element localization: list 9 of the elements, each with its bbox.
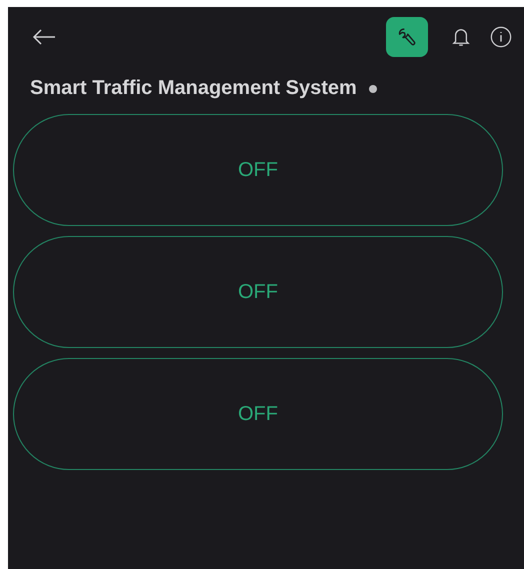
wrench-button[interactable] (386, 17, 428, 57)
switch-button[interactable]: OFF (13, 358, 503, 470)
switch-button[interactable]: OFF (13, 236, 503, 348)
switch-button[interactable]: OFF (13, 114, 503, 226)
bell-icon[interactable] (452, 27, 470, 47)
device-title: Smart Traffic Management System (30, 77, 357, 100)
info-icon[interactable] (490, 26, 512, 48)
back-arrow-icon[interactable] (32, 29, 56, 45)
wrench-icon (396, 26, 418, 48)
